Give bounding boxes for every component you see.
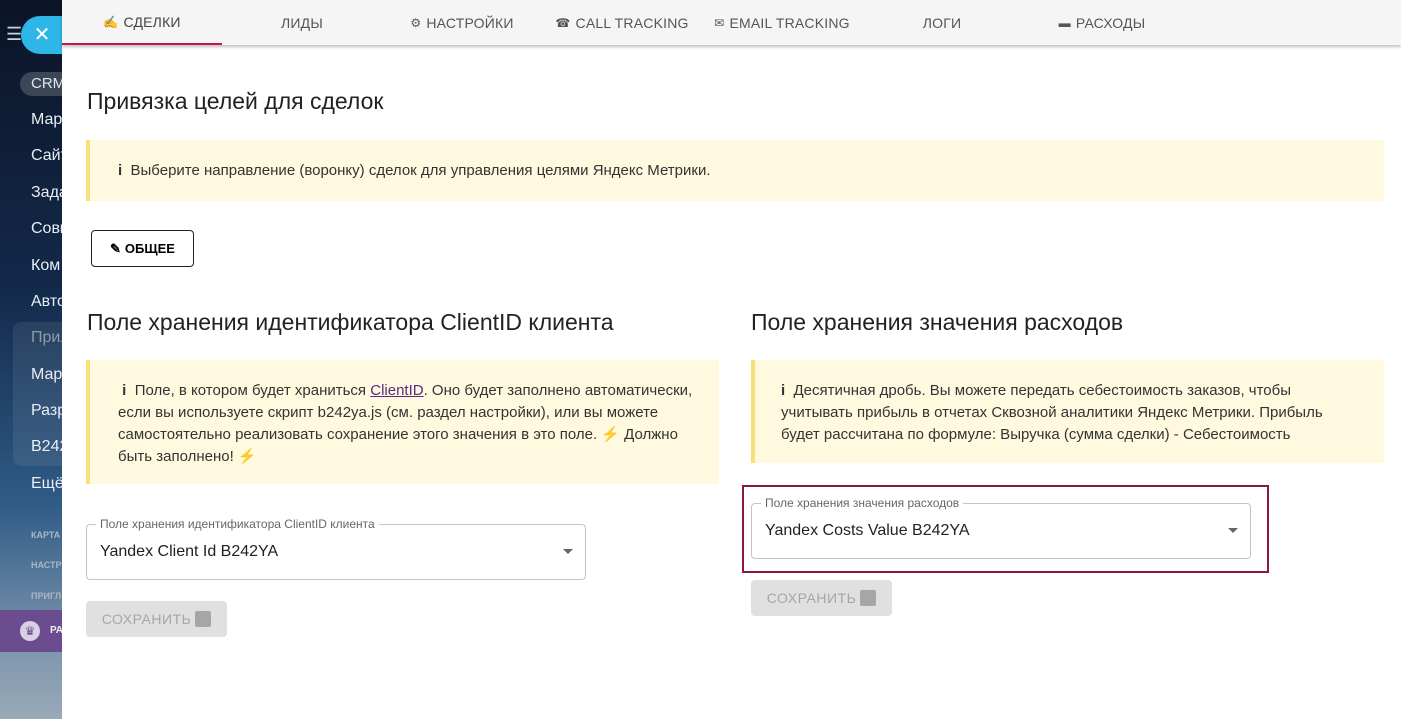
sidebar-item[interactable]: Зада xyxy=(31,184,62,202)
tab-call-tracking[interactable]: ☎ CALL TRACKING xyxy=(542,0,702,45)
sidebar-item[interactable]: Разр xyxy=(31,402,62,420)
field-label: Поле хранения значения расходов xyxy=(761,496,964,510)
tab-label: EMAIL TRACKING xyxy=(729,14,850,31)
phone-icon: ☎ xyxy=(555,15,571,30)
tab-label: CALL TRACKING xyxy=(575,14,689,31)
main: ✍ СДЕЛКИ ЛИДЫ ⚙ НАСТРОЙКИ ☎ CALL TRACKING ✉… xyxy=(62,0,1401,719)
save-clientid-button[interactable]: СОХРАНИТЬ xyxy=(86,601,227,637)
sidebar: ☰ CRM Мар Сайт Зада Совм Ком Авто Прил М… xyxy=(0,0,62,719)
info-text: Десятичная дробь. Вы можете передать себ… xyxy=(781,382,1323,443)
clientid-title: Поле хранения идентификатора ClientID кл… xyxy=(87,309,614,335)
sidebar-link[interactable]: КАРТА xyxy=(31,530,60,540)
save-label: СОХРАНИТЬ xyxy=(766,590,857,606)
field-label: Поле хранения идентификатора ClientID кл… xyxy=(96,517,379,531)
pencil-icon: ✎ xyxy=(110,240,121,256)
tab-label: НАСТРОЙКИ xyxy=(426,14,514,31)
save-label: СОХРАНИТЬ xyxy=(101,611,192,627)
sidebar-promo[interactable]: ♛ РА xyxy=(0,610,62,652)
field-value: Yandex Client Id B242YA xyxy=(100,543,279,560)
deals-icon: ✍ xyxy=(103,14,119,29)
sidebar-item[interactable]: Мар xyxy=(31,366,62,384)
sidebar-item[interactable]: Сайт xyxy=(31,147,62,165)
funnel-label: ОБЩЕЕ xyxy=(124,241,175,256)
sidebar-crm[interactable]: CRM xyxy=(20,72,62,96)
costs-info: i Десятичная дробь. Вы можете передать с… xyxy=(751,360,1384,463)
tab-logs[interactable]: ЛОГИ xyxy=(862,0,1022,45)
info-text: Выберите направление (воронку) сделок дл… xyxy=(130,162,711,179)
crown-icon: ♛ xyxy=(20,621,40,641)
costs-title: Поле хранения значения расходов xyxy=(751,309,1124,335)
clientid-select[interactable]: Поле хранения идентификатора ClientID кл… xyxy=(86,517,586,580)
sidebar-item[interactable]: Авто xyxy=(31,293,62,311)
tab-label: СДЕЛКИ xyxy=(123,13,181,30)
sidebar-item[interactable]: B242 xyxy=(31,438,62,456)
tab-email-tracking[interactable]: ✉ EMAIL TRACKING xyxy=(702,0,862,45)
info-icon: i xyxy=(118,162,123,179)
wallet-icon: ▬ xyxy=(1058,15,1071,30)
tab-label: РАСХОДЫ xyxy=(1075,14,1146,31)
tab-settings[interactable]: ⚙ НАСТРОЙКИ xyxy=(382,0,542,45)
chevron-down-icon xyxy=(1228,528,1238,533)
clientid-info: i Поле, в котором будет храниться Client… xyxy=(86,360,719,484)
info-icon: i xyxy=(118,382,127,399)
funnel-button[interactable]: ✎ ОБЩЕЕ xyxy=(91,230,194,267)
floppy-icon xyxy=(195,611,212,627)
chevron-down-icon xyxy=(563,549,573,554)
email-icon: ✉ xyxy=(714,15,725,30)
tab-expenses[interactable]: ▬ РАСХОДЫ xyxy=(1022,0,1182,45)
page-title: Привязка целей для сделок xyxy=(87,88,384,114)
tab-label: ЛИДЫ xyxy=(281,14,323,31)
sidebar-item[interactable]: Мар xyxy=(31,111,62,129)
sidebar-item[interactable]: Ещё xyxy=(31,475,62,493)
sidebar-link[interactable]: НАСТР xyxy=(31,560,62,570)
sidebar-item[interactable]: Прил xyxy=(31,329,62,347)
close-button[interactable]: ✕ xyxy=(21,16,63,54)
floppy-icon xyxy=(860,590,877,606)
tab-bar: ✍ СДЕЛКИ ЛИДЫ ⚙ НАСТРОЙКИ ☎ CALL TRACKING ✉… xyxy=(62,0,1401,45)
info-alert: i Выберите направление (воронку) сделок … xyxy=(86,140,1384,201)
menu-icon[interactable]: ☰ xyxy=(6,24,22,45)
info-text: Поле, в котором будет храниться xyxy=(134,382,371,399)
sidebar-link[interactable]: ПРИГЛ xyxy=(31,591,61,601)
gear-icon: ⚙ xyxy=(410,15,422,30)
sidebar-item[interactable]: Ком xyxy=(31,257,60,275)
tab-deals[interactable]: ✍ СДЕЛКИ xyxy=(62,0,222,45)
promo-label: РА xyxy=(50,625,62,636)
field-value: Yandex Costs Value B242YA xyxy=(765,522,970,539)
tab-label: ЛОГИ xyxy=(922,14,962,31)
tab-leads[interactable]: ЛИДЫ xyxy=(222,0,382,45)
sidebar-item[interactable]: Совм xyxy=(31,220,62,238)
save-costs-button[interactable]: СОХРАНИТЬ xyxy=(751,580,892,616)
clientid-link[interactable]: ClientID xyxy=(370,382,423,399)
costs-select[interactable]: Поле хранения значения расходов Yandex C… xyxy=(751,496,1251,559)
info-icon: i xyxy=(781,382,786,399)
